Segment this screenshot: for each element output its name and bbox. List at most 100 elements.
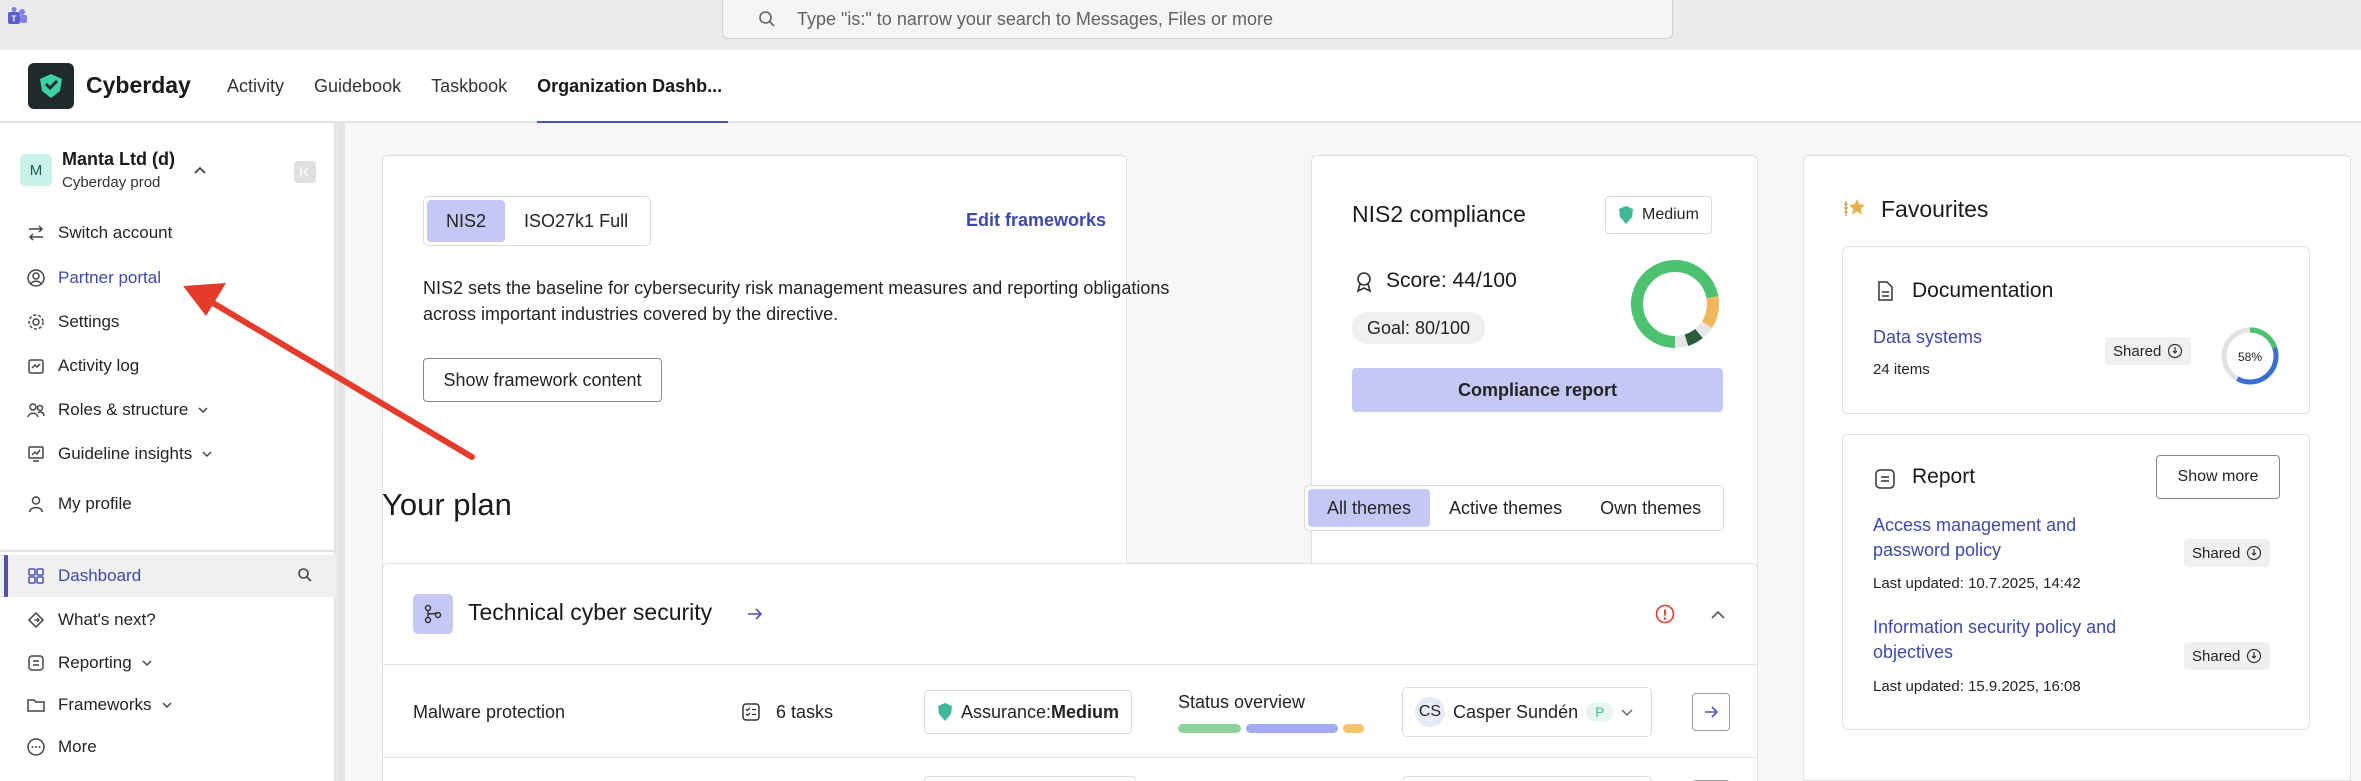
sidebar-item-whats-next[interactable]: What's next? (26, 608, 156, 632)
tab-nis2[interactable]: NIS2 (427, 200, 506, 242)
row-divider (383, 757, 1757, 758)
search-icon[interactable] (296, 566, 314, 584)
owner-tag: P (1586, 702, 1614, 722)
sidebar-item-dashboard[interactable]: Dashboard (26, 564, 141, 588)
account-avatar: M (20, 154, 52, 186)
compliance-donut-chart (1631, 260, 1719, 348)
report-item-updated: Last updated: 10.7.2025, 14:42 (1873, 575, 2081, 592)
search-icon (759, 11, 775, 27)
compliance-score: Score: 44/100 (1386, 269, 1517, 292)
sidebar-item-label: What's next? (58, 610, 156, 629)
global-search-input[interactable]: Type "is:" to narrow your search to Mess… (722, 0, 1673, 39)
tab-organization-dashboard[interactable]: Organization Dashb... (537, 50, 729, 124)
collapse-icon (300, 167, 309, 177)
report-item-link[interactable]: Information security policy and objectiv… (1873, 615, 2173, 665)
arrow-right-icon (1705, 706, 1719, 718)
sidebar-item-label: Dashboard (58, 566, 142, 585)
documentation-item-link[interactable]: Data systems (1873, 327, 1982, 348)
sidebar-item-reporting[interactable]: Reporting (26, 651, 154, 675)
assurance-badge: Assurance: Medium (924, 690, 1133, 734)
document-icon (1878, 281, 1893, 301)
status-overview-bars (1178, 724, 1364, 733)
documentation-card: Documentation Data systems 24 items Shar… (1842, 246, 2310, 414)
assurance-value: Medium (1051, 701, 1120, 722)
svg-text:T: T (12, 15, 17, 24)
sidebar-item-guideline-insights[interactable]: Guideline insights (26, 442, 214, 466)
git-branch-icon (413, 594, 453, 634)
chevron-up-icon[interactable] (1709, 606, 1727, 624)
report-title: Report (1912, 465, 1976, 488)
tab-activity[interactable]: Activity (227, 50, 284, 123)
status-bar-segment (1178, 724, 1241, 733)
main-content: NIS2 ISO27k1 Full Edit frameworks NIS2 s… (345, 123, 2361, 781)
account-switcher[interactable]: M Manta Ltd (d) Cyberday prod (20, 149, 175, 191)
sidebar-item-more[interactable]: More (26, 735, 97, 759)
sidebar-item-partner-portal[interactable]: Partner portal (26, 266, 161, 290)
sidebar-item-activity-log[interactable]: Activity log (26, 354, 139, 378)
filter-all-themes[interactable]: All themes (1308, 489, 1431, 527)
task-count: 6 tasks (776, 702, 834, 722)
status-bar-segment (1343, 724, 1364, 733)
documentation-item-count: 24 items (1873, 361, 1930, 378)
sidebar-item-label: Guideline insights (58, 444, 193, 463)
owner-name: Casper Sundén (1453, 701, 1579, 722)
user-circle-icon (27, 269, 45, 287)
award-icon (1356, 272, 1372, 293)
show-more-button[interactable]: Show more (2156, 455, 2280, 499)
account-name: Manta Ltd (d) (62, 149, 175, 169)
theme-title[interactable]: Technical cyber security (468, 599, 712, 626)
filter-active-themes[interactable]: Active themes (1430, 489, 1581, 527)
sidebar-divider (0, 550, 336, 552)
sidebar-item-switch-account[interactable]: Switch account (26, 221, 172, 245)
app-tabs: Activity Guidebook Taskbook Organization… (227, 50, 752, 124)
framework-tabs: NIS2 ISO27k1 Full (423, 196, 652, 246)
show-framework-content-button[interactable]: Show framework content (423, 358, 662, 402)
account-subtitle: Cyberday prod (62, 174, 161, 191)
compliance-report-button[interactable]: Compliance report (1352, 368, 1723, 412)
sidebar-item-roles[interactable]: Roles & structure (26, 398, 210, 422)
theme-divider (383, 664, 1757, 665)
insights-icon (28, 446, 44, 462)
chevron-down-icon (198, 407, 208, 414)
compass-icon (27, 611, 45, 629)
filter-own-themes[interactable]: Own themes (1581, 489, 1720, 527)
open-row-button[interactable] (1692, 693, 1730, 731)
sidebar-item-my-profile[interactable]: My profile (26, 492, 132, 516)
info-circle-icon (2247, 545, 2262, 561)
theme-filter: All themes Active themes Own themes (1304, 485, 1725, 531)
sidebar-item-label: Activity log (58, 356, 140, 375)
edit-frameworks-link[interactable]: Edit frameworks (966, 210, 1106, 231)
info-circle-icon (2168, 343, 2183, 359)
tab-taskbook[interactable]: Taskbook (431, 50, 507, 123)
report-card: Report Show more Access management and p… (1842, 434, 2310, 730)
star-icon (1844, 199, 1865, 216)
sidebar-item-label: Settings (58, 312, 120, 331)
sidebar-item-label: Roles & structure (58, 400, 189, 419)
sidebar-scrollbar[interactable] (338, 123, 345, 781)
theme-card: Technical cyber security Malware protect… (382, 563, 1758, 781)
favourites-card: Favourites Documentation Data systems 24… (1803, 155, 2351, 781)
chevron-up-icon[interactable] (192, 163, 208, 179)
shared-badge: Shared (2105, 337, 2192, 365)
tab-iso27k1-full[interactable]: ISO27k1 Full (505, 200, 647, 242)
sidebar: M Manta Ltd (d) Cyberday prod Switch acc… (0, 123, 336, 781)
gear-icon (28, 314, 44, 330)
arrow-right-icon[interactable] (745, 604, 765, 624)
owner-selector[interactable]: CS Casper Sundén P (1402, 687, 1652, 737)
report-icon (28, 655, 44, 671)
task-row-name[interactable]: Malware protection (413, 702, 565, 723)
sidebar-item-settings[interactable]: Settings (26, 310, 119, 334)
more-horizontal-icon (27, 738, 45, 756)
documentation-title: Documentation (1912, 279, 2054, 302)
chevron-down-icon (161, 702, 172, 709)
tasks-icon (742, 703, 760, 721)
collapse-sidebar-button[interactable] (294, 161, 316, 183)
chevron-down-icon (202, 451, 212, 458)
app-name: Cyberday (86, 72, 191, 98)
teams-logo-icon[interactable]: T (6, 6, 28, 28)
switch-arrows-icon (28, 225, 44, 241)
sidebar-item-frameworks[interactable]: Frameworks (26, 693, 174, 717)
report-item-link[interactable]: Access management and password policy (1873, 513, 2113, 563)
tab-guidebook[interactable]: Guidebook (314, 50, 401, 123)
chevron-down-icon (1621, 709, 1633, 717)
